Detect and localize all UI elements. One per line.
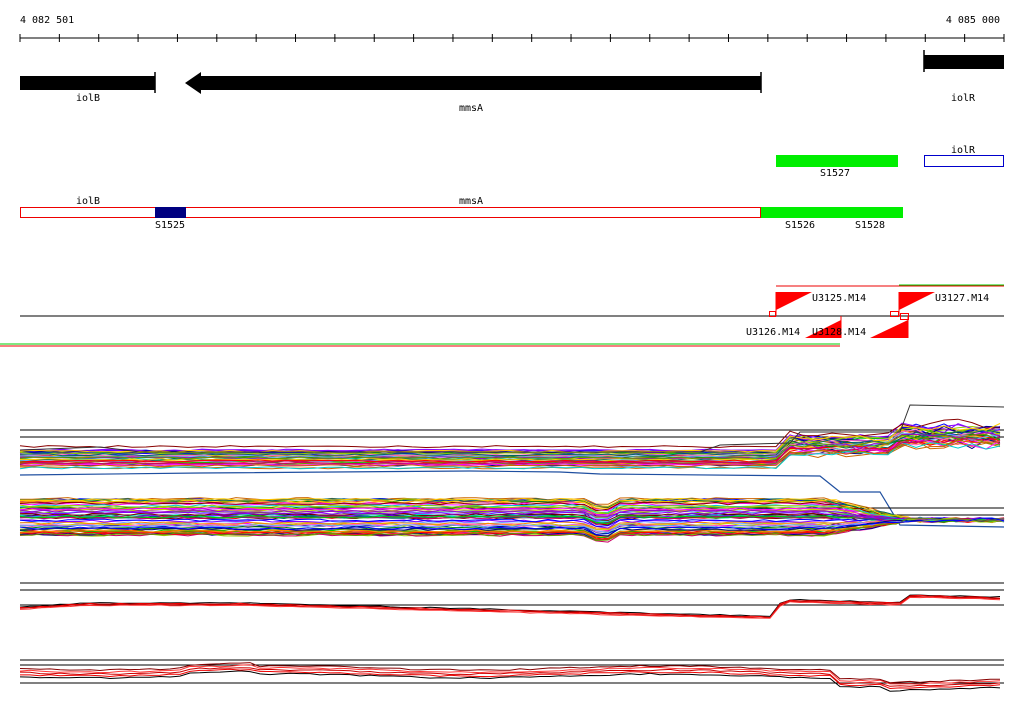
genome-browser-view: 4 082 501 4 085 000 iolB mmsA iolR iolR … [0,0,1024,714]
segment-S1527-label: S1527 [820,168,850,179]
ruler-start-label: 4 082 501 [20,15,74,26]
probe-U3125-marker[interactable] [776,292,812,310]
gene-iolR-label: iolR [951,93,976,104]
gene-mmsA[interactable] [185,72,761,94]
gene-iolR[interactable] [924,55,1004,69]
ruler-end-label: 4 085 000 [946,15,1000,26]
segment-iolR-label: iolR [951,145,976,156]
probe-U3128-marker[interactable] [870,320,908,338]
segment-track-lower: iolB mmsA S1525 S1526 S1528 [20,196,903,231]
gene-track: iolB mmsA iolR [20,50,1004,114]
gene-iolB[interactable] [20,76,155,90]
gene-iolB-label: iolB [76,93,100,104]
probe-U3126-label: U3126.M14 [746,327,800,338]
ruler: 4 082 501 4 085 000 [19,15,1005,42]
segment-mmsA-label: mmsA [459,196,483,207]
segment-S1526-S1528[interactable] [761,207,903,218]
segment-S1528-label: S1528 [855,220,885,231]
segment-iolR[interactable] [924,155,1004,167]
panel3-profile-line [19,596,1001,619]
segment-iolB-mmsA-outline[interactable] [20,207,761,218]
segment-iolB-label: iolB [76,196,100,207]
probe-U3128-label: U3128.M14 [812,327,866,338]
gene-mmsA-label: mmsA [459,103,483,114]
segment-S1525-label: S1525 [155,220,185,231]
panel3-profile-line [19,595,1001,619]
panel3-profile-line [19,594,1001,619]
probe-U3125-label: U3125.M14 [812,293,866,304]
genome-browser-canvas: 4 082 501 4 085 000 iolB mmsA iolR iolR … [0,15,1005,692]
segment-track-upper: iolR S1527 [776,145,1004,179]
expression-profiles [19,404,1005,692]
probe-track: U3125.M14 U3127.M14 U3126.M14 U3128.M14 [0,284,1004,347]
segment-S1525[interactable] [155,207,186,218]
probe-U3127-marker[interactable] [899,292,935,310]
segment-S1527[interactable] [776,155,898,167]
segment-S1526-label: S1526 [785,220,815,231]
probe-U3127-label: U3127.M14 [935,293,989,304]
